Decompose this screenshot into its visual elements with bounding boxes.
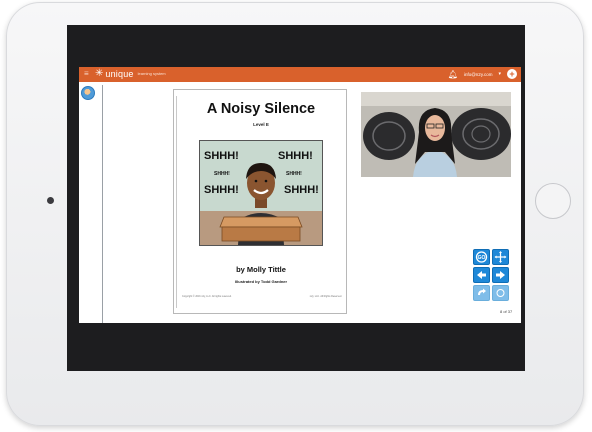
top-bar: ≡ ✳ unique learning system 🔔︎ info@n2y.c…: [79, 67, 521, 82]
copyright-left: Copyright © 2016 n2y, LLC. All rights re…: [182, 295, 232, 298]
page-indicator: 8 of 37: [500, 309, 513, 314]
logo-star-icon: ✳: [95, 68, 104, 79]
plus-circle-icon[interactable]: +: [507, 69, 517, 79]
book-illustrator: Illustrated by Todd Gardner: [234, 279, 288, 284]
page-spine-line: [176, 96, 177, 308]
user-email[interactable]: info@n2y.com: [464, 72, 493, 77]
art-word: SHHH!: [214, 171, 230, 177]
svg-text:GO: GO: [478, 255, 486, 261]
art-word: SHHH!: [204, 150, 239, 162]
art-word: SHHH!: [284, 184, 319, 196]
topbar-right: 🔔︎ info@n2y.com ▾ +: [448, 69, 517, 79]
chevron-down-icon[interactable]: ▾: [498, 71, 501, 77]
copyright-right: n2y, LLC. All Rights Reserved.: [309, 295, 342, 298]
book-title: A Noisy Silence: [206, 101, 316, 117]
cover-illustration: SHHH! SHHH! SHHH! SHHH! SHHH! SHHH!: [199, 140, 323, 246]
brand-subtitle: learning system: [137, 71, 166, 76]
book-author: by Molly Tittle: [236, 265, 286, 274]
art-word: SHHH!: [286, 171, 302, 177]
navigation-controls: GO: [473, 249, 511, 301]
arrow-left-icon[interactable]: [473, 267, 490, 283]
cursor-icon[interactable]: [492, 285, 509, 301]
rotate-icon[interactable]: [473, 285, 490, 301]
left-rail-divider: [102, 85, 103, 323]
home-button[interactable]: [535, 183, 571, 219]
art-word: SHHH!: [278, 150, 313, 162]
bell-icon[interactable]: 🔔︎: [448, 70, 458, 79]
arrow-right-icon[interactable]: [492, 267, 509, 283]
cover-illustration-svg: SHHH! SHHH! SHHH! SHHH! SHHH! SHHH!: [200, 141, 322, 245]
video-feed[interactable]: [361, 92, 511, 177]
book-page: A Noisy Silence Level E SHHH! SHHH! SHHH…: [173, 89, 347, 314]
go-icon[interactable]: GO: [473, 249, 490, 265]
move-icon[interactable]: [492, 249, 509, 265]
brand-name: unique: [105, 69, 134, 79]
video-feed-svg: [361, 92, 511, 177]
book-level: Level E: [253, 122, 269, 127]
app-screen: ≡ ✳ unique learning system 🔔︎ info@n2y.c…: [79, 67, 521, 323]
menu-icon[interactable]: ≡: [84, 69, 89, 78]
art-word: SHHH!: [204, 184, 239, 196]
app-logo: ✳ unique learning system: [95, 68, 166, 80]
user-avatar[interactable]: [81, 86, 95, 100]
front-camera: [47, 197, 54, 204]
